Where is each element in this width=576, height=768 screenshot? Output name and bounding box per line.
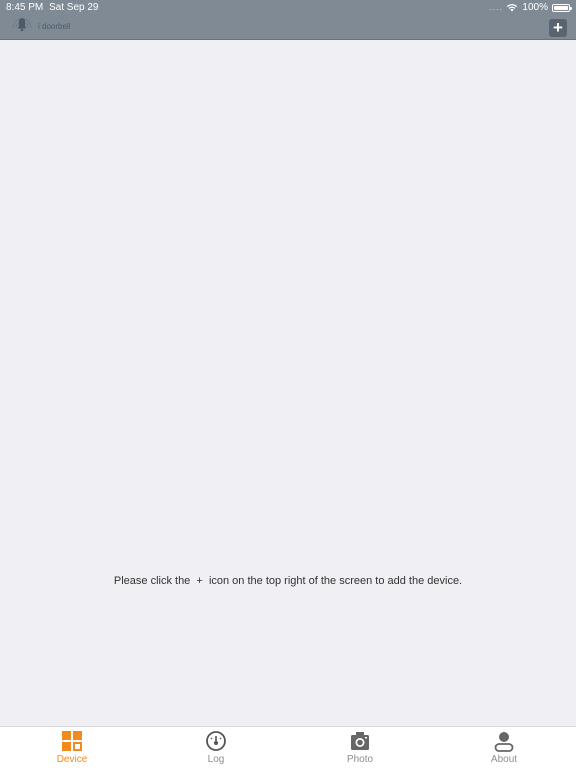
- tab-device[interactable]: Device: [0, 727, 144, 768]
- grid-icon: [62, 731, 82, 751]
- tab-bar: Device Log Photo About: [0, 726, 576, 768]
- navigation-header: 8:45 PM Sat Sep 29 .... 100% i doorbell …: [0, 0, 576, 40]
- tab-about-label: About: [490, 754, 518, 765]
- status-indicators: .... 100%: [489, 2, 572, 13]
- plus-icon: +: [553, 18, 563, 37]
- battery-percentage: 100%: [522, 2, 548, 13]
- signal-icon: ....: [489, 3, 503, 12]
- battery-icon: [552, 3, 572, 12]
- camera-icon: [351, 732, 369, 750]
- brand-logo: i doorbell: [10, 13, 90, 35]
- wifi-icon: [507, 4, 518, 12]
- gauge-icon: [206, 731, 226, 751]
- app-screen: 8:45 PM Sat Sep 29 .... 100% i doorbell …: [0, 0, 576, 768]
- tab-log-label: Log: [207, 754, 225, 765]
- tab-about[interactable]: About: [432, 727, 576, 768]
- empty-state-message: Please click the + icon on the top right…: [113, 575, 463, 587]
- status-time: 8:45 PM: [6, 2, 44, 13]
- tab-photo-label: Photo: [346, 754, 374, 765]
- doorbell-bell-icon: [12, 18, 32, 32]
- person-icon: [494, 732, 514, 752]
- tab-device-label: Device: [56, 754, 88, 765]
- brand-text: i doorbell: [38, 22, 71, 31]
- tab-photo[interactable]: Photo: [288, 727, 432, 768]
- status-date: Sat Sep 29: [49, 2, 99, 13]
- battery-fill: [554, 5, 568, 10]
- tab-log[interactable]: Log: [144, 727, 288, 768]
- add-device-button[interactable]: +: [549, 19, 567, 37]
